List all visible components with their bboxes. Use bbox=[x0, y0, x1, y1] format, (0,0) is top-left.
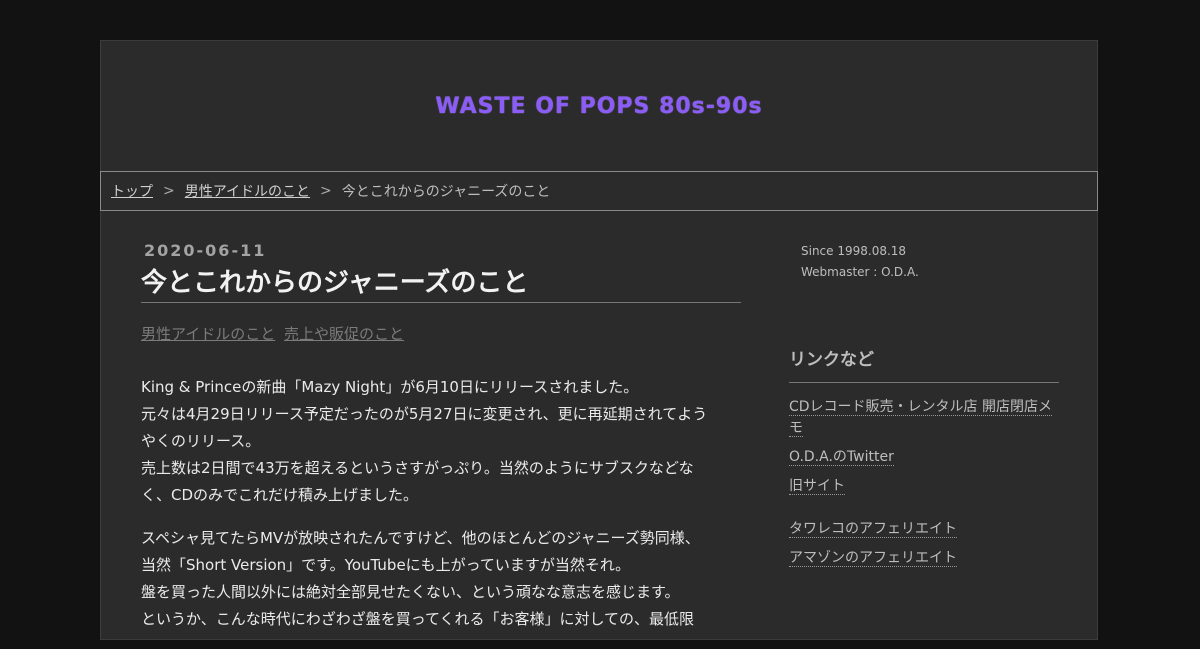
list-item: O.D.A.のTwitter bbox=[789, 447, 1059, 468]
category-link-male-idol[interactable]: 男性アイドルのこと bbox=[141, 325, 275, 343]
text-line: というか、こんな時代にわざわざ盤を買ってくれる「お客様」に対しての、最低限 bbox=[141, 610, 695, 628]
list-item: CDレコード販売・レンタル店 開店閉店メモ bbox=[789, 397, 1059, 439]
text-line: King & Princeの新曲「Mazy Night」が6月10日にリリースさ… bbox=[141, 378, 639, 396]
webmaster-text: Webmaster : O.D.A. bbox=[801, 265, 919, 279]
paragraph: King & Princeの新曲「Mazy Night」が6月10日にリリースさ… bbox=[141, 374, 741, 509]
list-item: アマゾンのアフェリエイト bbox=[789, 548, 1059, 569]
link-twitter[interactable]: O.D.A.のTwitter bbox=[789, 449, 894, 466]
page-container: WASTE OF POPS 80s-90s トップ > 男性アイドルのこと > … bbox=[100, 40, 1098, 640]
category-link-sales[interactable]: 売上や販促のこと bbox=[284, 325, 404, 343]
breadcrumb-category-link[interactable]: 男性アイドルのこと bbox=[185, 181, 310, 201]
text-line: 盤を買った人間以外には絶対全部見せたくない、という頑なな意志を感じます。 bbox=[141, 583, 680, 601]
site-title-link[interactable]: WASTE OF POPS 80s-90s bbox=[435, 94, 762, 119]
profile-box: Since 1998.08.18 Webmaster : O.D.A. bbox=[789, 241, 1059, 283]
links-heading: リンクなど bbox=[789, 345, 1059, 383]
entry-content: 2020-06-11 今とこれからのジャニーズのこと 男性アイドルのこと 売上や… bbox=[141, 241, 741, 649]
entry-date: 2020-06-11 bbox=[144, 241, 267, 260]
entry-categories: 男性アイドルのこと 売上や販促のこと bbox=[141, 323, 741, 344]
text-line: く、CDのみでこれだけ積み上げました。 bbox=[141, 486, 419, 504]
list-item: タワレコのアフェリエイト bbox=[789, 519, 1059, 540]
text-line: スペシャ見てたらMVが放映されたんですけど、他のほとんどのジャニーズ勢同様、 bbox=[141, 529, 700, 547]
list-item: 旧サイト bbox=[789, 476, 1059, 497]
entry-body: King & Princeの新曲「Mazy Night」が6月10日にリリースさ… bbox=[141, 374, 741, 633]
text-line: 当然「Short Version」です。YouTubeにも上がっていますが当然そ… bbox=[141, 556, 631, 574]
breadcrumb-top-link[interactable]: トップ bbox=[111, 181, 153, 201]
breadcrumb: トップ > 男性アイドルのこと > 今とこれからのジャニーズのこと bbox=[100, 171, 1098, 211]
paragraph: スペシャ見てたらMVが放映されたんですけど、他のほとんどのジャニーズ勢同様、 当… bbox=[141, 525, 741, 633]
link-shop-memo[interactable]: CDレコード販売・レンタル店 開店閉店メモ bbox=[789, 399, 1053, 437]
site-header: WASTE OF POPS 80s-90s bbox=[101, 41, 1097, 171]
breadcrumb-separator: > bbox=[163, 183, 175, 199]
text-line: 元々は4月29日リリース予定だったのが5月27日に変更され、更に再延期されてよう bbox=[141, 405, 708, 423]
breadcrumb-separator: > bbox=[320, 183, 332, 199]
sidebar: Since 1998.08.18 Webmaster : O.D.A. リンクな… bbox=[789, 241, 1059, 577]
link-tower-affiliate[interactable]: タワレコのアフェリエイト bbox=[789, 521, 957, 538]
text-line: 売上数は2日間で43万を超えるというさすがっぷり。当然のようにサブスクなどな bbox=[141, 459, 694, 477]
entry-title: 今とこれからのジャニーズのこと bbox=[141, 266, 741, 303]
since-text: Since 1998.08.18 bbox=[801, 244, 907, 258]
text-line: やくのリリース。 bbox=[141, 432, 261, 450]
link-old-site[interactable]: 旧サイト bbox=[789, 478, 845, 495]
links-list: CDレコード販売・レンタル店 開店閉店メモ O.D.A.のTwitter 旧サイ… bbox=[789, 397, 1059, 569]
breadcrumb-current: 今とこれからのジャニーズのこと bbox=[341, 184, 551, 200]
link-amazon-affiliate[interactable]: アマゾンのアフェリエイト bbox=[789, 550, 957, 567]
